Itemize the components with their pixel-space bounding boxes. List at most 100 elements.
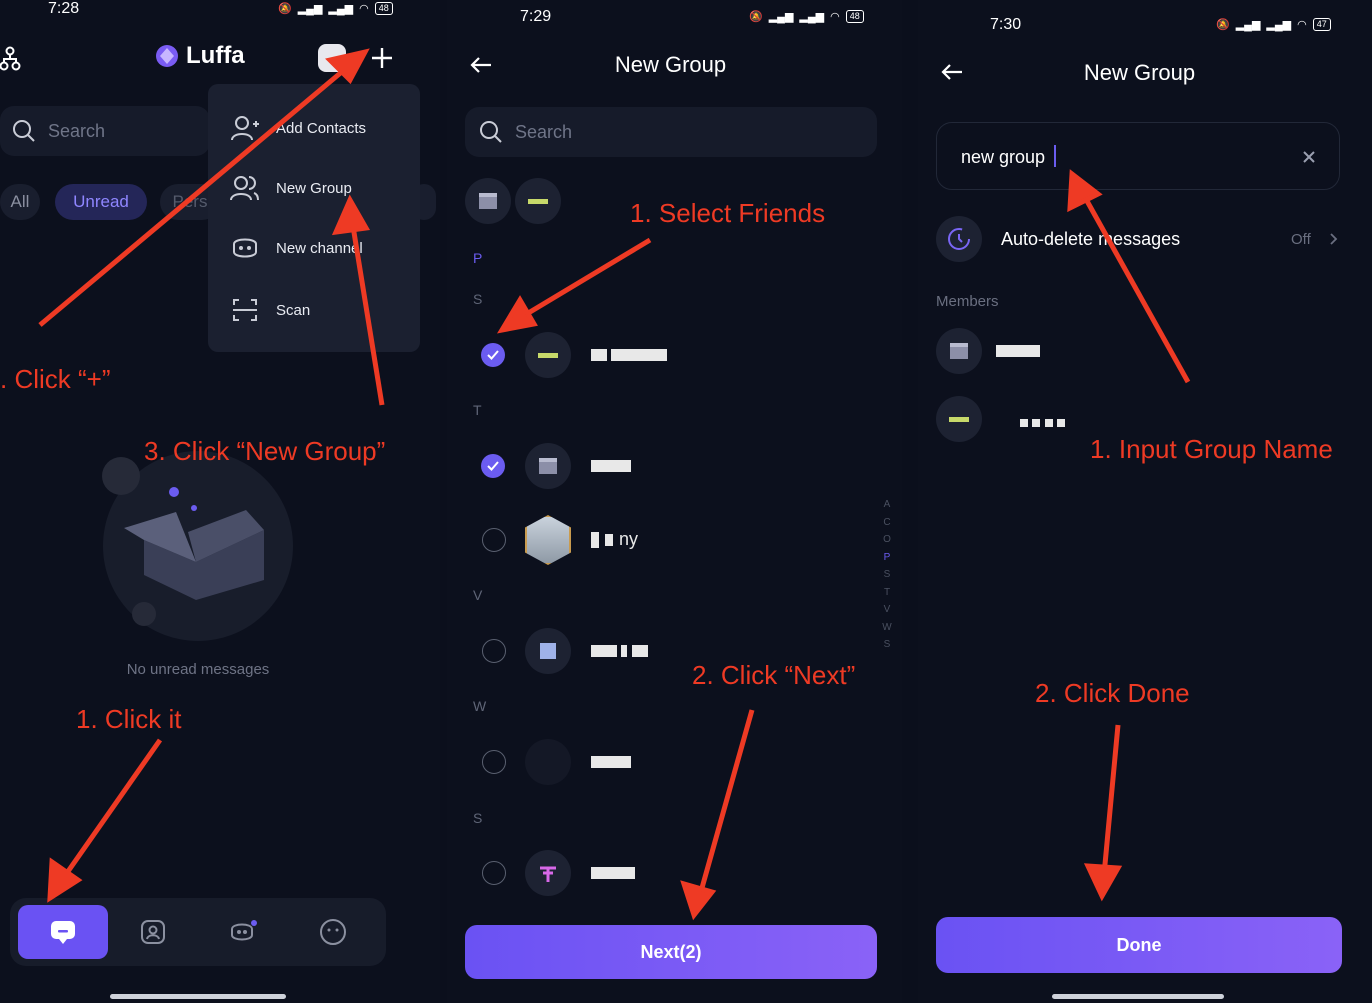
plus-dropdown-menu: Add Contacts New Group New channel Scan [208,84,420,352]
group-name-value: new group [961,147,1046,167]
contact-row[interactable] [481,441,861,491]
smile-icon [320,919,346,945]
search-bar[interactable]: Search [465,107,877,157]
app-name: Luffa [186,42,245,69]
mute-icon: 🔕 [749,11,763,23]
home-indicator [110,994,286,999]
index-letter[interactable]: T [881,584,893,602]
search-placeholder: Search [515,121,573,142]
contact-row[interactable]: ny [481,515,861,565]
checkbox-checked[interactable] [481,343,505,367]
menu-new-group-label: New Group [276,179,352,197]
annotation-select-friends: 1. Select Friends [630,198,826,228]
auto-delete-row[interactable]: Auto-delete messages Off [936,216,1340,264]
avatar [936,328,982,374]
selected-avatar[interactable] [515,178,561,224]
menu-new-channel-label: New channel [276,239,363,257]
next-button[interactable]: Next(2) [465,925,877,979]
channel-icon [233,238,257,258]
battery-icon: 48 [374,2,393,15]
screen-group-name: 7:30 🔕 ▂▄▆ ▂▄▆ ◠ 47 New Group new group … [918,0,1372,1003]
chat-icon [51,921,75,944]
contact-row[interactable] [481,737,861,787]
search-bar[interactable]: Search [0,106,210,156]
tab-channels[interactable] [198,905,288,959]
contact-row[interactable] [481,330,861,380]
alphabet-index[interactable]: A C O P S T V W S [881,496,893,654]
signal-icon: ▂▄▆ [297,3,323,15]
menu-new-channel[interactable]: New channel [230,234,363,262]
menu-new-group[interactable]: New Group [230,174,352,202]
bottom-nav [10,898,386,966]
text-cursor [1054,145,1056,167]
group-icon [230,176,259,201]
battery-icon: 48 [845,10,864,23]
page-title: New Group [1083,60,1196,85]
menu-add-contacts-label: Add Contacts [276,119,367,137]
plus-icon[interactable] [370,46,394,70]
filter-unread[interactable]: Unread [55,184,147,220]
avatar [525,850,571,896]
member-row [936,328,1340,376]
home-indicator [1052,994,1224,999]
contact-row[interactable] [481,848,861,898]
status-icons: 🔕 ▂▄▆ ▂▄▆ ◠ 48 [278,2,393,15]
tab-chats[interactable] [18,905,108,959]
tab-me[interactable] [288,905,378,959]
filter-all[interactable]: All [0,184,40,220]
index-letter[interactable]: W [881,619,893,637]
checkbox-unchecked[interactable] [482,750,506,774]
section-letter: T [473,402,482,418]
annotation-input-name: 1. Input Group Name [1090,434,1333,464]
menu-add-contacts[interactable]: Add Contacts [230,114,366,142]
contact-name-redacted [591,644,648,662]
search-placeholder: Search [48,120,106,141]
mute-icon: 🔕 [1216,19,1230,31]
checkbox-unchecked[interactable] [482,861,506,885]
timer-icon [948,228,970,250]
wallet-icon[interactable] [318,44,346,72]
wifi-icon: ◠ [830,11,840,23]
signal-icon: ▂▄▆ [1266,19,1292,31]
index-letter[interactable]: A [881,496,893,514]
signal-icon: ▂▄▆ [768,11,794,23]
tab-contacts[interactable] [108,905,198,959]
done-button[interactable]: Done [936,917,1342,973]
section-letter: S [473,810,483,826]
signal-icon: ▂▄▆ [328,3,354,15]
index-letter[interactable]: S [881,566,893,584]
annotation-click-done: 2. Click Done [1035,678,1190,708]
group-name-input[interactable]: new group [936,122,1340,190]
contact-name-redacted [591,866,635,884]
wifi-icon: ◠ [359,3,369,15]
chevron-right-icon [1330,233,1338,245]
status-icons: 🔕 ▂▄▆ ▂▄▆ ◠ 48 [749,10,864,23]
avatar-photo [525,515,571,565]
contact-name-redacted: ny [591,529,638,550]
index-letter[interactable]: P [881,549,893,567]
scan-icon [233,299,257,321]
empty-box-illustration [102,451,293,641]
status-time: 7:29 [520,8,552,25]
index-letter[interactable]: C [881,514,893,532]
index-letter[interactable]: O [881,531,893,549]
avatar [936,396,982,442]
index-letter[interactable]: V [881,601,893,619]
contacts-icon [141,920,165,944]
checkbox-unchecked[interactable] [482,528,506,552]
avatar [525,332,571,378]
network-icon[interactable] [0,46,22,72]
menu-scan[interactable]: Scan [230,296,310,324]
clear-icon[interactable] [1303,151,1315,163]
annotation-click-next: 2. Click “Next” [692,660,856,690]
selected-avatar[interactable] [465,178,511,224]
index-letter[interactable]: S [881,636,893,654]
checkbox-checked[interactable] [481,454,505,478]
status-time: 7:30 [990,16,1022,33]
channels-icon [231,920,257,941]
checkbox-unchecked[interactable] [482,639,506,663]
member-name-redacted [996,344,1040,362]
status-icons: 🔕 ▂▄▆ ▂▄▆ ◠ 47 [1216,18,1331,31]
contact-name-redacted [591,459,631,477]
avatar [525,739,571,785]
